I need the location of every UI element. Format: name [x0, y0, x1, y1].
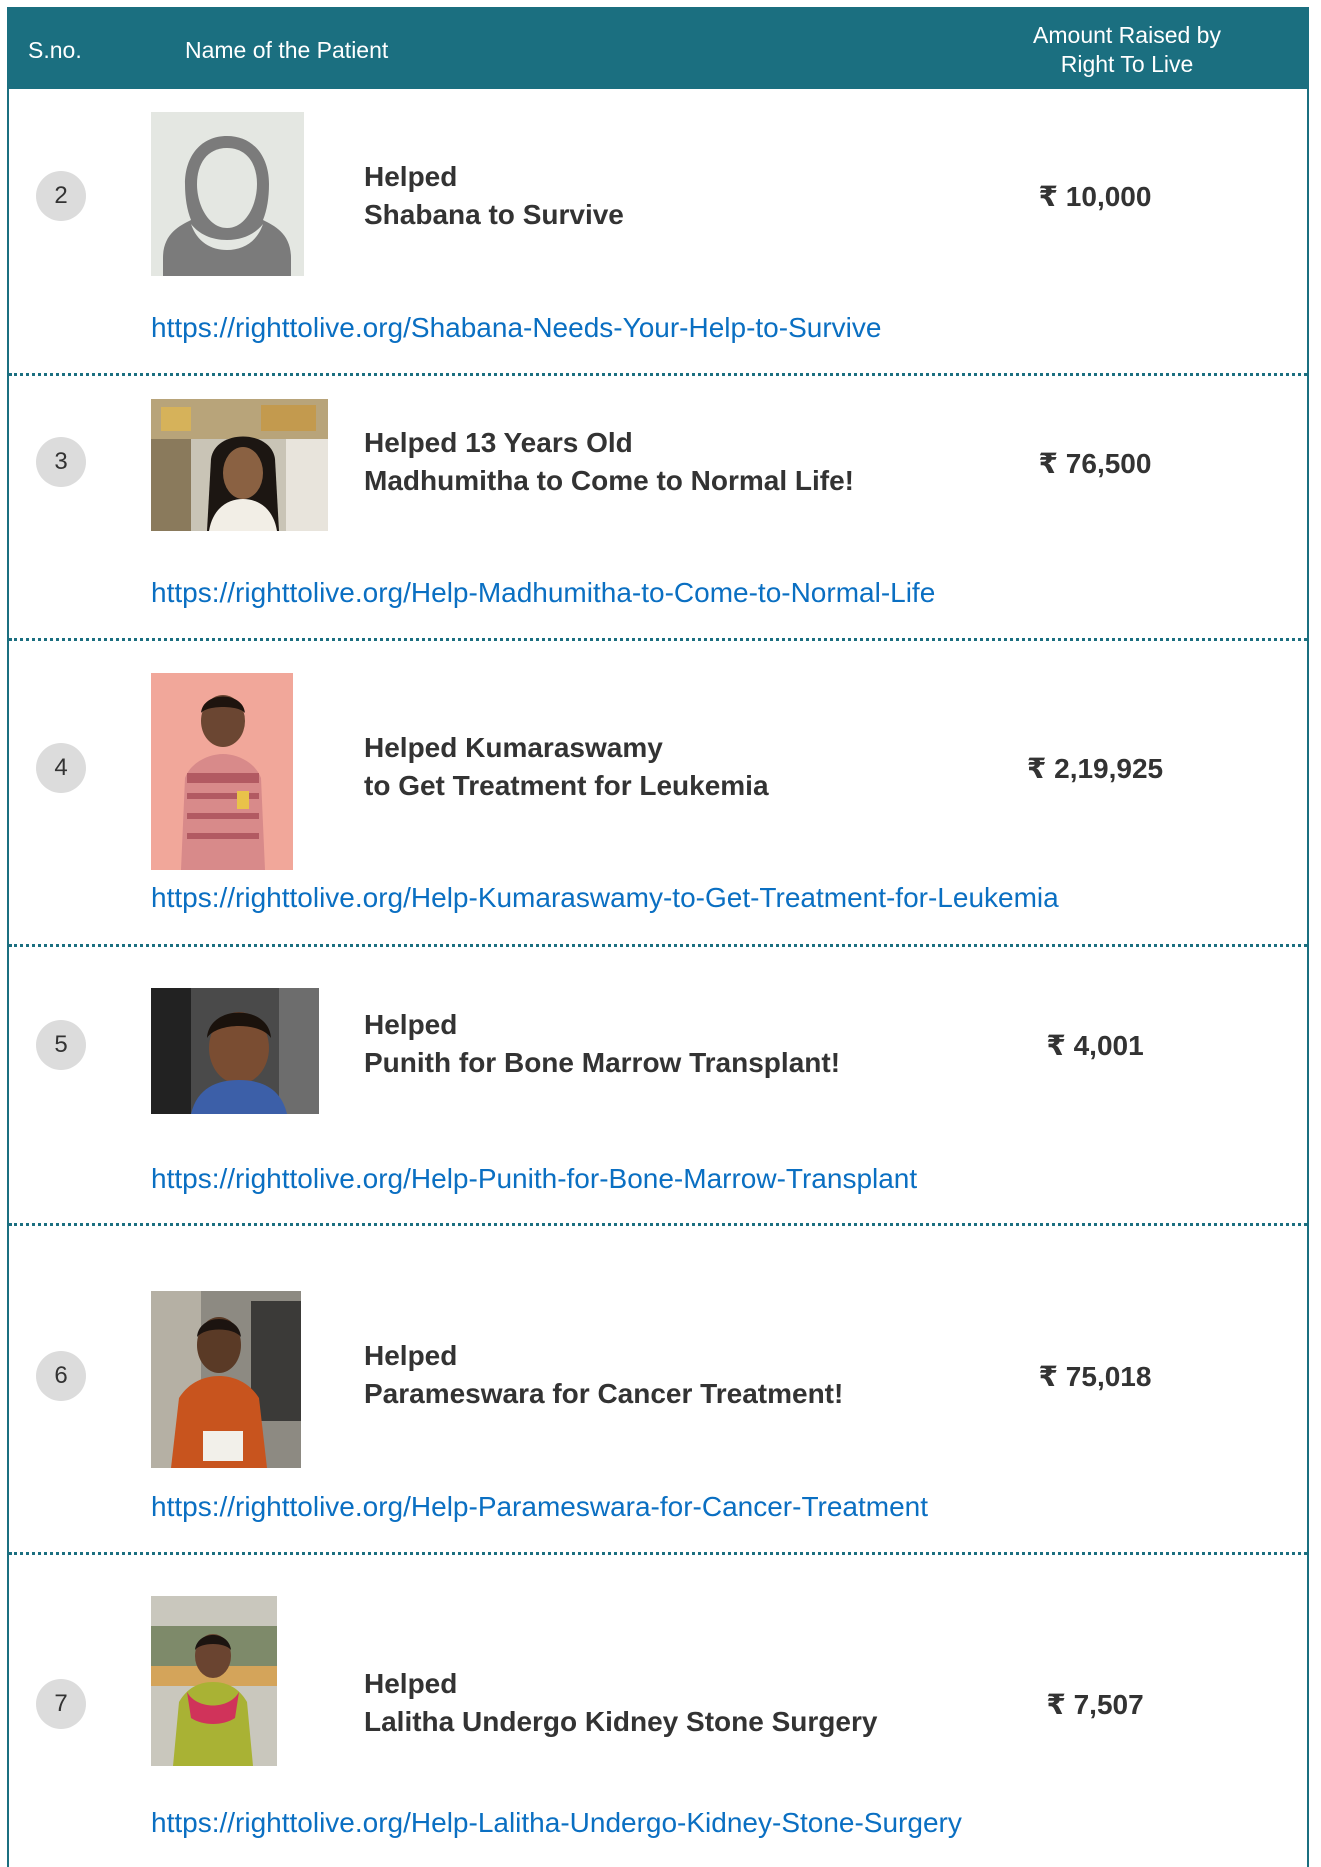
campaign-link[interactable]: https://righttolive.org/Help-Kumaraswamy… [151, 882, 1059, 914]
patient-photo [151, 112, 304, 276]
campaign-link[interactable]: https://righttolive.org/Help-Parameswara… [151, 1491, 928, 1523]
row-divider [9, 638, 1307, 641]
amount-raised: ₹ 4,001 [1046, 1030, 1144, 1061]
serial-badge: 5 [36, 1020, 86, 1070]
patient-photo [151, 988, 319, 1114]
amount-raised: ₹ 10,000 [1038, 181, 1152, 212]
row-divider [9, 944, 1307, 947]
placeholder-avatar-icon [151, 112, 304, 276]
page: S.no. Name of the Patient Amount Raised … [0, 0, 1321, 1867]
campaign-link[interactable]: https://righttolive.org/Help-Madhumitha-… [151, 577, 935, 609]
row-title: Helped Shabana to Survive [364, 158, 624, 234]
serial-badge: 7 [36, 1679, 86, 1729]
row-title-line2: Punith for Bone Marrow Transplant! [364, 1047, 841, 1078]
row-title-line2: Parameswara for Cancer Treatment! [364, 1378, 844, 1409]
serial-badge: 4 [36, 743, 86, 793]
serial-badge: 2 [36, 171, 86, 221]
amount-raised: ₹ 75,018 [1038, 1361, 1152, 1392]
row-title-line1: Helped Kumaraswamy [364, 732, 663, 763]
row-divider [9, 1552, 1307, 1555]
row-title-line2: Shabana to Survive [364, 199, 624, 230]
row-divider [9, 373, 1307, 376]
row-title: Helped Lalitha Undergo Kidney Stone Surg… [364, 1665, 877, 1741]
header-amount-line2: Right To Live [1060, 51, 1194, 77]
amount-raised: ₹ 7,507 [1046, 1689, 1144, 1720]
campaign-link[interactable]: https://righttolive.org/Help-Punith-for-… [151, 1163, 917, 1195]
patient-photo [151, 399, 328, 531]
row-title-line1: Helped [364, 161, 458, 192]
row-title-line1: Helped [364, 1668, 458, 1699]
serial-badge: 6 [36, 1351, 86, 1401]
campaign-link[interactable]: https://righttolive.org/Shabana-Needs-Yo… [151, 312, 881, 344]
row-title-line2: Madhumitha to Come to Normal Life! [364, 465, 854, 496]
row-title-line1: Helped [364, 1340, 458, 1371]
row-title: Helped 13 Years Old Madhumitha to Come t… [364, 424, 854, 500]
row-title-line1: Helped 13 Years Old [364, 427, 633, 458]
header-amount-line1: Amount Raised by [1033, 22, 1221, 48]
row-title: Helped Parameswara for Cancer Treatment! [364, 1337, 843, 1413]
row-title-line2: Lalitha Undergo Kidney Stone Surgery [364, 1706, 878, 1737]
amount-raised: ₹ 2,19,925 [1026, 753, 1164, 784]
patient-photo [151, 673, 293, 870]
header-sno: S.no. [28, 37, 82, 63]
amount-raised: ₹ 76,500 [1038, 448, 1152, 479]
campaign-link[interactable]: https://righttolive.org/Help-Lalitha-Und… [151, 1807, 962, 1839]
row-divider [9, 1223, 1307, 1226]
serial-badge: 3 [36, 437, 86, 487]
row-title: Helped Kumaraswamy to Get Treatment for … [364, 729, 769, 805]
table-header: S.no. Name of the Patient Amount Raised … [7, 7, 1309, 89]
table-frame [7, 7, 1309, 1867]
header-name: Name of the Patient [185, 37, 389, 63]
row-title: Helped Punith for Bone Marrow Transplant… [364, 1006, 840, 1082]
patient-photo [151, 1291, 301, 1468]
patient-photo [151, 1596, 277, 1766]
row-title-line2: to Get Treatment for Leukemia [364, 770, 769, 801]
row-title-line1: Helped [364, 1009, 458, 1040]
header-amount: Amount Raised by Right To Live [977, 21, 1277, 79]
